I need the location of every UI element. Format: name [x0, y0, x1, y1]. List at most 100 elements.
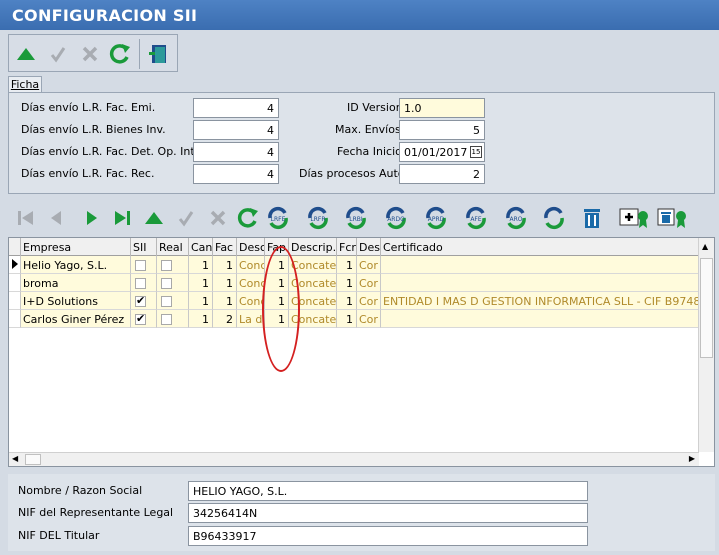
dias-envio-bienes-field[interactable]: 4 [193, 120, 279, 140]
cell-desc[interactable]: Conc [237, 274, 265, 292]
refresh-icon[interactable] [236, 206, 260, 230]
id-version-field[interactable]: 1.0 [399, 98, 485, 118]
col-desc[interactable]: Desc [237, 238, 265, 256]
cell-real[interactable] [157, 256, 189, 274]
cell-certificado[interactable] [381, 310, 699, 328]
exit-door-icon[interactable] [147, 43, 169, 65]
cell-des[interactable]: Cor [357, 292, 381, 310]
sync-lrbi-icon[interactable]: LRBI [344, 206, 368, 230]
col-can[interactable]: Can [189, 238, 213, 256]
last-icon[interactable] [110, 206, 134, 230]
cell-real[interactable] [157, 292, 189, 310]
cell-fac[interactable]: 1 [213, 256, 237, 274]
col-empresa[interactable]: Empresa [21, 238, 131, 256]
scroll-left-icon[interactable]: ◀ [12, 454, 18, 463]
check-icon[interactable] [47, 43, 69, 65]
vertical-scrollbar[interactable]: ▲ [698, 238, 714, 452]
horizontal-scrollbar[interactable]: ◀ ▶ [9, 452, 699, 466]
cell-sii[interactable] [131, 310, 157, 328]
col-descrip[interactable]: Descrip. [289, 238, 337, 256]
cell-fcr[interactable]: 1 [337, 310, 357, 328]
companies-grid[interactable]: Empresa SII Real Can Fac Desc Fap Descri… [8, 237, 715, 467]
cell-can[interactable]: 1 [189, 310, 213, 328]
sync-aprd-icon[interactable]: APRD [424, 206, 448, 230]
scroll-right-icon[interactable]: ▶ [689, 454, 695, 463]
cell-can[interactable]: 1 [189, 292, 213, 310]
sii-checkbox[interactable] [135, 277, 146, 289]
cell-fcr[interactable]: 1 [337, 256, 357, 274]
nif-titular-field[interactable]: B96433917 [188, 526, 588, 546]
cell-certificado[interactable] [381, 256, 699, 274]
delete-icon[interactable] [580, 206, 604, 230]
cell-empresa[interactable]: Carlos Giner Pérez [21, 310, 131, 328]
vertical-scroll-thumb[interactable] [700, 258, 713, 358]
cell-real[interactable] [157, 274, 189, 292]
nombre-field[interactable]: HELIO YAGO, S.L. [188, 481, 588, 501]
cell-desc[interactable]: Conc [237, 292, 265, 310]
cell-fcr[interactable]: 1 [337, 274, 357, 292]
dias-envio-rec-field[interactable]: 4 [193, 164, 279, 184]
refresh-icon[interactable] [109, 43, 131, 65]
arrow-up-icon[interactable] [15, 43, 37, 65]
cell-des[interactable]: Cor [357, 310, 381, 328]
sync-ardo-icon[interactable]: ARDO [384, 206, 408, 230]
cell-certificado[interactable] [381, 274, 699, 292]
cancel-icon[interactable] [206, 206, 230, 230]
cell-real[interactable] [157, 310, 189, 328]
table-row[interactable]: Helio Yago, S.L. 1 1 Conc 1 Concater 1 C… [9, 256, 699, 274]
cell-certificado[interactable]: ENTIDAD I MAS D GESTION INFORMATICA SLL … [381, 292, 699, 310]
real-checkbox[interactable] [161, 259, 172, 271]
real-checkbox[interactable] [161, 313, 172, 325]
real-checkbox[interactable] [161, 277, 172, 289]
sync-lrfr-icon[interactable]: LRFR [306, 206, 330, 230]
cell-desc[interactable]: La d [237, 310, 265, 328]
scroll-up-icon[interactable]: ▲ [702, 242, 708, 251]
first-icon[interactable] [14, 206, 38, 230]
dias-procesos-field[interactable]: 2 [399, 164, 485, 184]
cell-sii[interactable] [131, 256, 157, 274]
table-row[interactable]: broma 1 1 Conc 1 Concater 1 Cor [9, 274, 699, 292]
cell-can[interactable]: 1 [189, 274, 213, 292]
fecha-inicio-field[interactable]: 01/01/2017 15 [399, 142, 485, 162]
sii-checkbox[interactable] [135, 312, 146, 325]
col-certificado[interactable]: Certificado [381, 238, 699, 256]
cell-can[interactable]: 1 [189, 256, 213, 274]
sync-lrfe-icon[interactable]: LRFE [266, 206, 290, 230]
sii-checkbox[interactable] [135, 294, 146, 307]
sync-icon[interactable] [542, 206, 566, 230]
calendar-icon[interactable]: 15 [470, 146, 482, 158]
up-icon[interactable] [142, 206, 166, 230]
add-cert-icon[interactable] [618, 206, 650, 230]
next-icon[interactable] [80, 206, 104, 230]
col-des[interactable]: Des [357, 238, 381, 256]
cell-fac[interactable]: 1 [213, 274, 237, 292]
dias-envio-emi-field[interactable]: 4 [193, 98, 279, 118]
col-fac[interactable]: Fac [213, 238, 237, 256]
check-icon[interactable] [174, 206, 198, 230]
sync-afe-icon[interactable]: AFE [464, 206, 488, 230]
cell-desc[interactable]: Conc [237, 256, 265, 274]
dias-envio-det-field[interactable]: 4 [193, 142, 279, 162]
delete-cert-icon[interactable] [656, 206, 688, 230]
cell-empresa[interactable]: broma [21, 274, 131, 292]
sii-checkbox[interactable] [135, 259, 146, 271]
cancel-icon[interactable] [79, 43, 101, 65]
max-envios-field[interactable]: 5 [399, 120, 485, 140]
nif-representante-field[interactable]: 34256414N [188, 503, 588, 523]
sync-aro-icon[interactable]: ARO [504, 206, 528, 230]
horizontal-scroll-thumb[interactable] [25, 454, 41, 465]
cell-sii[interactable] [131, 274, 157, 292]
table-row[interactable]: Carlos Giner Pérez 1 2 La d 1 Concater 1… [9, 310, 699, 328]
cell-fcr[interactable]: 1 [337, 292, 357, 310]
cell-empresa[interactable]: I+D Solutions [21, 292, 131, 310]
real-checkbox[interactable] [161, 295, 172, 307]
cell-fac[interactable]: 2 [213, 310, 237, 328]
cell-sii[interactable] [131, 292, 157, 310]
col-fcr[interactable]: Fcr [337, 238, 357, 256]
cell-fac[interactable]: 1 [213, 292, 237, 310]
cell-des[interactable]: Cor [357, 256, 381, 274]
cell-empresa[interactable]: Helio Yago, S.L. [21, 256, 131, 274]
table-row[interactable]: I+D Solutions 1 1 Conc 1 Concater 1 Cor … [9, 292, 699, 310]
cell-des[interactable]: Cor [357, 274, 381, 292]
prev-icon[interactable] [44, 206, 68, 230]
